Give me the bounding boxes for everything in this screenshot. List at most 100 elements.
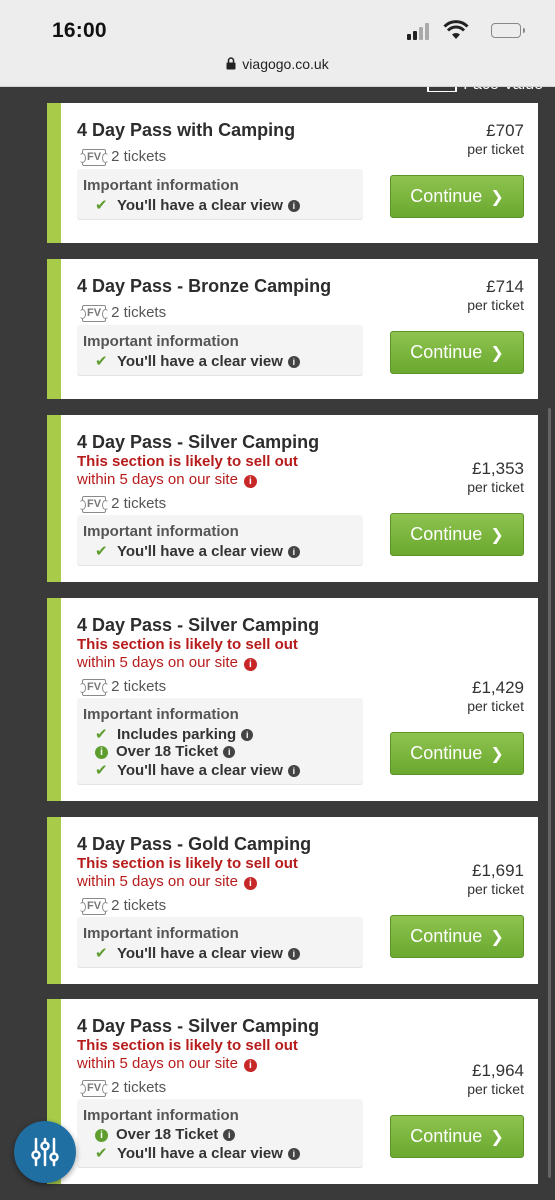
filter-button[interactable] [14, 1121, 76, 1183]
check-icon: ✔ [95, 1145, 108, 1162]
green-info-icon: i [95, 1129, 108, 1142]
face-value-icon: FV [78, 679, 110, 696]
price: £714 per ticket [467, 277, 524, 315]
face-value-icon: FV [78, 898, 110, 915]
price-per: per ticket [467, 881, 524, 897]
chevron-right-icon: ❯ [490, 746, 504, 763]
important-info-title: Important information [83, 523, 239, 540]
listing-title: 4 Day Pass - Silver Camping [77, 615, 320, 635]
feature-text: You'll have a clear view [117, 197, 283, 214]
warning-info-icon[interactable]: i [243, 475, 257, 488]
feature-text: Over 18 Ticket [116, 743, 219, 760]
warning-line-1: This section is likely to sell out [77, 636, 298, 653]
battery-icon [491, 23, 525, 38]
listing-title: 4 Day Pass - Silver Camping [77, 432, 320, 452]
chevron-right-icon: ❯ [490, 929, 504, 946]
price-value: £714 [486, 277, 524, 296]
price-value: £1,691 [472, 861, 524, 880]
ticket-count: FV 2 tickets [78, 897, 167, 915]
face-value-icon: FV [78, 305, 110, 322]
price-value: £1,429 [472, 678, 524, 697]
ticket-count-text: 2 tickets [111, 678, 167, 695]
ticket-count-text: 2 tickets [111, 148, 167, 165]
feature-text: You'll have a clear view [117, 1145, 283, 1162]
info-icon[interactable]: i [287, 948, 300, 960]
continue-button[interactable]: Continue ❯ [390, 732, 524, 775]
warning-line-2: within 5 days on our site [77, 654, 238, 671]
important-info-box: Important information i Over 18 Ticket i ✔… [77, 1099, 363, 1167]
warning-line-2: within 5 days on our site [77, 1055, 238, 1072]
wifi-icon [443, 20, 469, 39]
chevron-right-icon: ❯ [490, 189, 504, 206]
info-icon[interactable]: i [287, 765, 300, 777]
ticket-count: FV 2 tickets [78, 1079, 166, 1097]
status-time: 16:00 [52, 19, 107, 42]
sell-out-warning: This section is likely to sell out within… [77, 855, 298, 891]
warning-line-1: This section is likely to sell out [77, 1037, 298, 1054]
info-icon[interactable]: i [287, 546, 300, 558]
feature-item: ✔ You'll have a clear view i [95, 542, 300, 560]
warning-info-icon[interactable]: i [243, 877, 257, 890]
face-value-icon: FV [78, 1080, 110, 1097]
continue-button[interactable]: Continue ❯ [390, 1115, 524, 1158]
listing-title: 4 Day Pass - Gold Camping [77, 834, 312, 854]
listing-card: 4 Day Pass - Bronze Camping FV 2 tickets … [47, 259, 538, 399]
important-info-title: Important information [83, 925, 239, 942]
continue-button[interactable]: Continue ❯ [390, 915, 524, 958]
url-text: viagogo.co.uk [242, 56, 329, 72]
info-icon[interactable]: i [287, 356, 300, 368]
feature-item: i Over 18 Ticket i [95, 743, 236, 760]
warning-info-icon[interactable]: i [243, 1059, 257, 1072]
green-info-icon: i [95, 746, 108, 759]
continue-button[interactable]: Continue ❯ [390, 175, 524, 218]
sell-out-warning: This section is likely to sell out within… [77, 1037, 298, 1073]
ticket-count-text: 2 tickets [111, 304, 167, 321]
info-icon[interactable]: i [241, 729, 254, 741]
ticket-count-text: 2 tickets [111, 897, 167, 914]
important-info-box: Important information ✔ You'll have a cle… [77, 515, 363, 565]
listing-title: 4 Day Pass - Silver Camping [77, 1016, 320, 1036]
check-icon: ✔ [95, 726, 108, 743]
feature-item: ✔ You'll have a clear view i [95, 196, 300, 214]
chevron-right-icon: ❯ [490, 1129, 504, 1146]
cellular-signal-icon [407, 22, 433, 40]
warning-line-1: This section is likely to sell out [77, 855, 298, 872]
info-icon[interactable]: i [223, 746, 236, 758]
listing-card: 4 Day Pass - Silver Camping This section… [47, 999, 538, 1184]
price: £1,429 per ticket [467, 678, 524, 716]
ticket-count: FV 2 tickets [78, 148, 167, 166]
url-bar[interactable]: viagogo.co.uk [0, 56, 555, 72]
important-info-box: Important information ✔ You'll have a cle… [77, 169, 363, 219]
important-info-title: Important information [83, 1107, 239, 1124]
listing-title: 4 Day Pass - Bronze Camping [77, 276, 332, 296]
price: £707 per ticket [467, 121, 524, 159]
feature-text: Includes parking [117, 726, 237, 743]
feature-item: i Over 18 Ticket i [95, 1126, 236, 1143]
check-icon: ✔ [95, 197, 108, 214]
page-scrollbar[interactable] [548, 408, 551, 1178]
sell-out-warning: This section is likely to sell out within… [77, 453, 298, 489]
feature-text: You'll have a clear view [117, 945, 283, 962]
listing-card: 4 Day Pass - Silver Camping This section… [47, 598, 538, 801]
feature-item: ✔ You'll have a clear view i [95, 761, 300, 779]
feature-text: You'll have a clear view [117, 543, 283, 560]
warning-info-icon[interactable]: i [243, 658, 257, 671]
price-per: per ticket [467, 297, 524, 313]
info-icon[interactable]: i [287, 200, 300, 212]
sell-out-warning: This section is likely to sell out within… [77, 636, 298, 672]
continue-button[interactable]: Continue ❯ [390, 331, 524, 374]
browser-top-bar: 16:00 viagogo.co.uk [0, 0, 555, 87]
chevron-right-icon: ❯ [490, 345, 504, 362]
info-icon[interactable]: i [287, 1148, 300, 1160]
listing-card: 4 Day Pass - Gold Camping This section i… [47, 817, 538, 984]
warning-line-2: within 5 days on our site [77, 471, 238, 488]
ticket-count: FV 2 tickets [78, 495, 166, 513]
important-info-box: Important information ✔ You'll have a cle… [77, 325, 363, 375]
info-icon[interactable]: i [223, 1129, 236, 1141]
feature-text: You'll have a clear view [117, 762, 283, 779]
continue-button[interactable]: Continue ❯ [390, 513, 524, 556]
price-per: per ticket [467, 698, 524, 714]
price-per: per ticket [467, 141, 524, 157]
lock-icon [226, 57, 236, 70]
feature-item: ✔ You'll have a clear view i [95, 1144, 300, 1162]
